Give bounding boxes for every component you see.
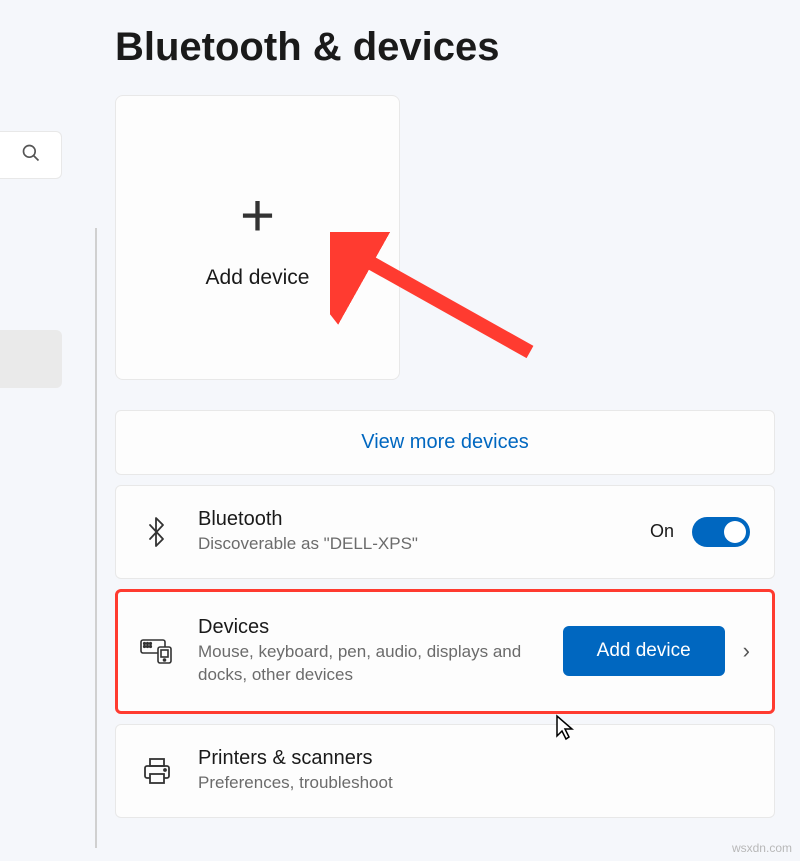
search-icon [21, 143, 41, 168]
chevron-right-icon[interactable]: › [743, 638, 750, 664]
bluetooth-state-label: On [650, 521, 674, 542]
watermark: wsxdn.com [732, 841, 792, 855]
page-title: Bluetooth & devices [115, 25, 500, 70]
bluetooth-row-text: Bluetooth Discoverable as "DELL-XPS" [198, 508, 626, 556]
bluetooth-row[interactable]: Bluetooth Discoverable as "DELL-XPS" On [115, 485, 775, 579]
bluetooth-toggle[interactable] [692, 517, 750, 547]
add-device-card[interactable]: + Add device [115, 95, 400, 380]
devices-row-text: Devices Mouse, keyboard, pen, audio, dis… [198, 616, 539, 687]
add-device-button[interactable]: Add device [563, 626, 725, 676]
bluetooth-icon [140, 515, 174, 549]
plus-icon: + [240, 186, 275, 246]
printers-row-text: Printers & scanners Preferences, trouble… [198, 747, 750, 795]
devices-row-end: Add device › [563, 626, 750, 676]
search-input[interactable] [0, 131, 62, 179]
printers-row[interactable]: Printers & scanners Preferences, trouble… [115, 724, 775, 818]
devices-title: Devices [198, 616, 539, 639]
add-device-card-label: Add device [206, 266, 310, 290]
sidebar-nav-item[interactable] [0, 330, 62, 388]
bluetooth-row-end: On [650, 517, 750, 547]
devices-subtitle: Mouse, keyboard, pen, audio, displays an… [198, 641, 539, 687]
devices-icon [140, 634, 174, 668]
view-more-devices-link[interactable]: View more devices [115, 410, 775, 475]
main-content: + Add device View more devices Bluetooth… [115, 95, 775, 818]
printer-icon [140, 754, 174, 788]
printers-title: Printers & scanners [198, 747, 750, 770]
bluetooth-subtitle: Discoverable as "DELL-XPS" [198, 533, 626, 556]
bluetooth-title: Bluetooth [198, 508, 626, 531]
devices-row[interactable]: Devices Mouse, keyboard, pen, audio, dis… [115, 589, 775, 714]
sidebar-divider [95, 228, 97, 848]
printers-subtitle: Preferences, troubleshoot [198, 772, 750, 795]
